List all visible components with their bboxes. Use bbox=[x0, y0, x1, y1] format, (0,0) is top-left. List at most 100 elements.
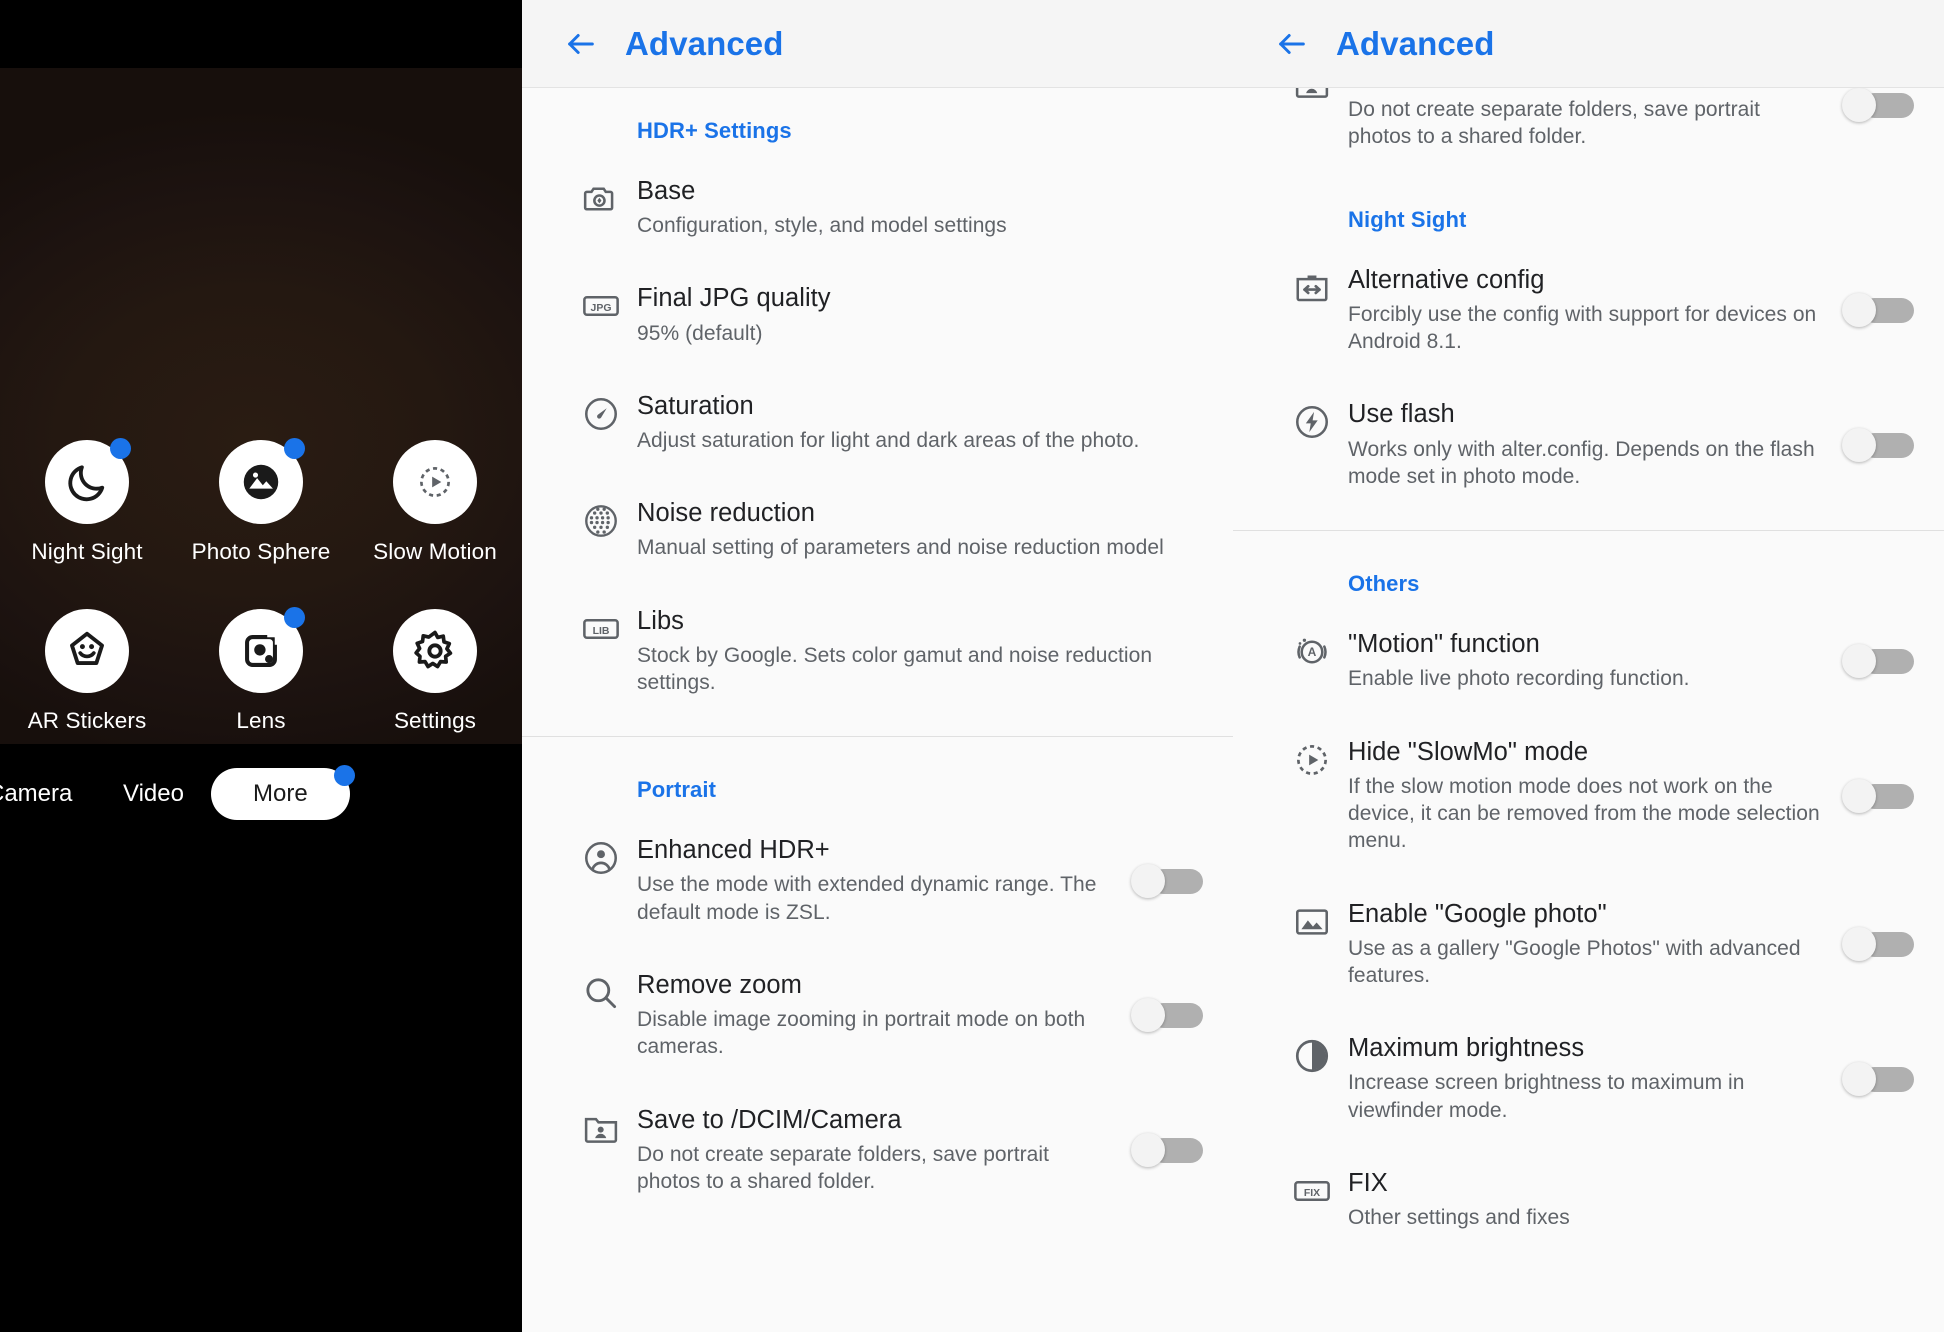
slow-motion-icon bbox=[393, 440, 477, 524]
image-icon bbox=[1275, 899, 1348, 941]
toggle-thumb bbox=[1842, 926, 1876, 961]
panel-header: Advanced bbox=[522, 0, 1233, 88]
brightness-icon bbox=[1275, 1033, 1348, 1075]
setting-row-base[interactable]: Base Configuration, style, and model sett… bbox=[522, 148, 1233, 261]
setting-toggle[interactable] bbox=[1842, 926, 1914, 961]
setting-row-enhanced-hdr[interactable]: Enhanced HDR+ Use the mode with extended … bbox=[522, 807, 1233, 948]
setting-subtitle: Enable live photo recording function. bbox=[1348, 667, 1690, 691]
setting-subtitle: Disable image zooming in portrait mode o… bbox=[637, 1008, 1086, 1059]
setting-row-fix[interactable]: FIX FIX Other settings and fixes bbox=[1233, 1146, 1944, 1253]
new-badge-dot bbox=[333, 765, 355, 786]
camera-mode-label: Slow Motion bbox=[373, 539, 497, 564]
camera-top-bar bbox=[0, 0, 522, 68]
setting-subtitle: Adjust saturation for light and dark are… bbox=[637, 428, 1140, 452]
camera-mode-label: AR Stickers bbox=[27, 708, 147, 733]
camera-mode-photo-sphere[interactable]: Photo Sphere bbox=[174, 438, 348, 565]
camera-mode-night-sight[interactable]: Night Sight bbox=[0, 438, 174, 565]
setting-row-noise-reduction[interactable]: Noise reduction Manual setting of paramet… bbox=[522, 476, 1233, 583]
new-badge-dot bbox=[284, 438, 305, 459]
toggle-thumb bbox=[1842, 427, 1876, 462]
camera-tab-camera[interactable]: Camera bbox=[0, 780, 72, 808]
advanced-settings-panel-middle: Advanced HDR+ Settings Base Configuration,… bbox=[522, 0, 1233, 1332]
setting-title: Enhanced HDR+ bbox=[637, 836, 830, 865]
alternative-config-icon bbox=[1275, 265, 1348, 307]
setting-toggle[interactable] bbox=[1131, 998, 1203, 1033]
setting-toggle[interactable] bbox=[1842, 778, 1914, 813]
setting-title: Remove zoom bbox=[637, 971, 802, 1000]
camera-tab-video[interactable]: Video bbox=[123, 780, 184, 808]
setting-row-saturation[interactable]: Saturation Adjust saturation for light an… bbox=[522, 369, 1233, 476]
setting-row-maximum-brightness[interactable]: Maximum brightness Increase screen bright… bbox=[1233, 1011, 1944, 1146]
svg-text:FIX: FIX bbox=[1303, 1188, 1319, 1199]
setting-toggle[interactable] bbox=[1131, 1133, 1203, 1168]
setting-row-use-flash[interactable]: Use flash Works only with alter.config. D… bbox=[1233, 377, 1944, 512]
setting-subtitle: If the slow motion mode does not work on… bbox=[1348, 774, 1820, 853]
saturation-gauge-icon bbox=[564, 391, 637, 433]
svg-text:JPG: JPG bbox=[590, 304, 611, 315]
setting-subtitle: Do not create separate folders, save por… bbox=[637, 1142, 1049, 1194]
setting-toggle[interactable] bbox=[1842, 643, 1914, 678]
setting-row-final-jpg-quality[interactable]: JPG Final JPG quality 95% (default) bbox=[522, 261, 1233, 368]
camera-mode-label: Settings bbox=[393, 708, 477, 733]
camera-mode-settings[interactable]: Settings bbox=[348, 609, 522, 734]
setting-subtitle: Works only with alter.config. Depends on… bbox=[1348, 437, 1815, 488]
back-arrow-icon[interactable] bbox=[1275, 27, 1309, 61]
camera-mode-grid: Night Sight Photo Sphere Slow Motion AR Sti… bbox=[0, 438, 522, 734]
page-title: Advanced bbox=[1336, 24, 1495, 62]
fix-badge-icon: FIX bbox=[1275, 1168, 1348, 1210]
camera-mode-lens[interactable]: Lens bbox=[174, 607, 348, 734]
setting-title: Alternative config bbox=[1348, 265, 1545, 294]
panel-header: Advanced bbox=[1233, 0, 1944, 88]
slow-motion-icon bbox=[1275, 737, 1348, 779]
camera-mode-label: Night Sight bbox=[31, 539, 143, 564]
setting-title: Base bbox=[637, 177, 696, 205]
setting-toggle[interactable] bbox=[1131, 863, 1203, 898]
camera-tab-label: Video bbox=[123, 780, 184, 807]
setting-subtitle: Do not create separate folders, save por… bbox=[1348, 98, 1760, 149]
section-header: Night Sight bbox=[1348, 206, 1467, 232]
advanced-settings-panel-right: Advanced Save to /DCIM/CameraDo not crea… bbox=[1233, 0, 1944, 1332]
setting-row-save-to-dcim-camera[interactable]: Save to /DCIM/Camera Do not create separa… bbox=[522, 1083, 1233, 1218]
setting-row-hide-slowmo-mode[interactable]: Hide "SlowMo" mode If the slow motion mod… bbox=[1233, 715, 1944, 877]
setting-toggle[interactable] bbox=[1842, 293, 1914, 328]
setting-toggle[interactable] bbox=[1842, 427, 1914, 462]
section-header: HDR+ Settings bbox=[637, 118, 792, 143]
setting-row-libs[interactable]: LIB Libs Stock by Google. Sets color gamut… bbox=[522, 584, 1233, 719]
camera-mode-slow-motion[interactable]: Slow Motion bbox=[348, 440, 522, 565]
motion-auto-icon: A bbox=[1275, 629, 1348, 671]
section-header: Others bbox=[1348, 571, 1420, 597]
toggle-thumb bbox=[1842, 293, 1876, 328]
setting-toggle[interactable] bbox=[1842, 88, 1914, 123]
camera-mode-ar-stickers[interactable]: AR Stickers bbox=[0, 609, 174, 734]
gear-icon bbox=[393, 609, 477, 693]
setting-title: Libs bbox=[637, 606, 684, 635]
setting-title: Saturation bbox=[637, 391, 754, 420]
setting-row-alternative-config[interactable]: Alternative config Forcibly use the confi… bbox=[1233, 237, 1944, 378]
back-arrow-icon[interactable] bbox=[564, 27, 598, 61]
new-badge-dot bbox=[284, 607, 305, 628]
folder-person-icon bbox=[564, 1105, 637, 1147]
app-screen: Night Sight Photo Sphere Slow Motion AR Sti… bbox=[0, 0, 1944, 1332]
search-icon bbox=[564, 970, 637, 1012]
noise-reduction-icon bbox=[564, 498, 637, 540]
setting-subtitle: Configuration, style, and model settings bbox=[637, 214, 1007, 238]
setting-toggle[interactable] bbox=[1842, 1061, 1914, 1096]
setting-row-remove-zoom[interactable]: Remove zoom Disable image zooming in port… bbox=[522, 948, 1233, 1083]
settings-list: HDR+ Settings Base Configuration, style, a… bbox=[522, 88, 1233, 1235]
setting-title: Save to /DCIM/Camera bbox=[637, 1105, 902, 1134]
setting-row-motion-function[interactable]: A "Motion" function Enable live photo reco… bbox=[1233, 601, 1944, 714]
settings-list: Save to /DCIM/CameraDo not create separa… bbox=[1233, 60, 1944, 1271]
flash-icon bbox=[1275, 399, 1348, 441]
toggle-thumb bbox=[1842, 1061, 1876, 1096]
new-badge-dot bbox=[110, 438, 131, 459]
setting-title: Final JPG quality bbox=[637, 284, 831, 313]
setting-title: Maximum brightness bbox=[1348, 1034, 1585, 1063]
person-circle-icon bbox=[564, 835, 637, 877]
setting-title: Enable "Google photo" bbox=[1348, 899, 1607, 928]
setting-subtitle: Stock by Google. Sets color gamut and no… bbox=[637, 643, 1153, 695]
camera-tab-more[interactable]: More bbox=[211, 765, 355, 820]
setting-subtitle: Increase screen brightness to maximum in… bbox=[1348, 1071, 1745, 1122]
setting-subtitle: Use the mode with extended dynamic range… bbox=[637, 873, 1097, 924]
setting-row-enable-google-photo[interactable]: Enable "Google photo" Use as a gallery "G… bbox=[1233, 877, 1944, 1012]
setting-title: Hide "SlowMo" mode bbox=[1348, 737, 1589, 766]
